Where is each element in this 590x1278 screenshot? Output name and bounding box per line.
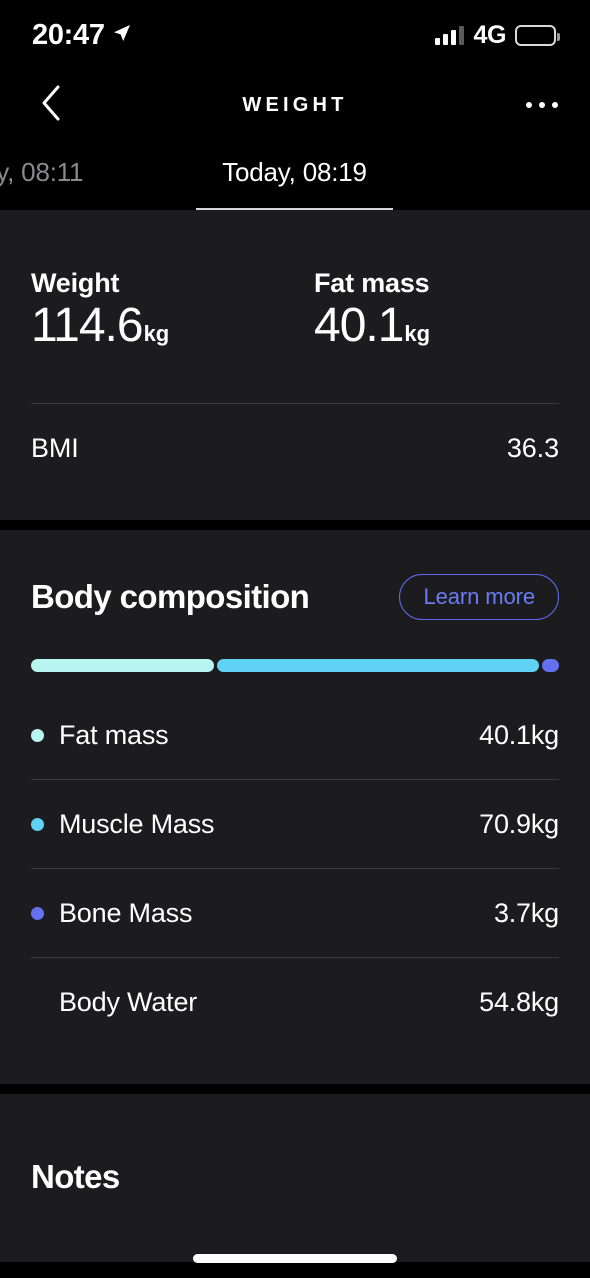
composition-row-value: 54.8kg [479,986,559,1017]
location-arrow-icon [112,23,132,48]
bmi-value: 36.3 [506,433,559,464]
metric-fat-mass-value-group: 40.1 kg [314,299,431,352]
composition-row-value: 3.7kg [493,897,559,928]
composition-row-left: Fat mass [31,719,169,751]
composition-row-left: Muscle Mass [31,808,215,840]
status-bar-left: 20:47 [32,19,132,52]
metric-weight-value-group: 114.6 kg [31,299,314,352]
bmi-row: BMI 36.3 [31,404,559,464]
status-bar-right: 4G [435,20,560,50]
learn-more-button[interactable]: Learn more [399,574,559,621]
navigation-bar: WEIGHT [0,70,590,140]
date-tabs: ay, 08:11 Today, 08:19 [0,140,590,210]
composition-bar-segment [542,659,559,673]
more-horizontal-icon-dot [526,102,532,108]
composition-color-dot-icon [31,817,44,831]
composition-row-label: Fat mass [59,719,169,750]
tab-current-measurement[interactable]: Today, 08:19 [196,157,393,188]
composition-row: Bone Mass 3.7kg [31,869,559,957]
composition-row-label: Muscle Mass [59,808,215,839]
more-horizontal-icon-dot [539,102,545,108]
app-screen: 20:47 4G WEIGHT ay, 08:11 [0,0,590,1278]
composition-bar-segment [31,659,214,673]
status-bar: 20:47 4G [0,0,590,70]
summary-card: Weight 114.6 kg Fat mass 40.1 kg BMI 36.… [0,210,590,521]
tab-previous-measurement[interactable]: ay, 08:11 [0,157,84,188]
metric-weight-label: Weight [31,268,120,298]
body-composition-header: Body composition Learn more [31,574,559,621]
composition-row-value: 70.9kg [479,808,559,839]
composition-row: Fat mass 40.1kg [31,691,559,779]
metric-weight: Weight 114.6 kg [31,268,314,351]
composition-color-dot-icon [31,728,44,742]
notes-card[interactable]: Notes [0,1094,590,1263]
composition-bar-segment [216,659,540,673]
more-horizontal-icon-dot [552,102,558,108]
card-gap [0,1084,590,1095]
composition-stacked-bar [31,659,559,673]
bmi-label: BMI [31,433,79,464]
metric-fat-mass-label: Fat mass [314,268,430,298]
notes-title: Notes [31,1158,120,1196]
status-time: 20:47 [32,18,105,51]
body-composition-card: Body composition Learn more Fat mass 40.1… [0,530,590,1085]
chevron-left-icon [38,83,64,128]
metric-fat-mass-value: 40.1 [314,299,404,352]
composition-row-label: Body Water [59,986,198,1017]
metric-fat-mass: Fat mass 40.1 kg [314,268,430,351]
composition-list: Fat mass 40.1kg Muscle Mass 70.9kg Bone Mass… [31,691,559,1046]
more-options-button[interactable] [520,82,564,128]
composition-row-value: 40.1kg [479,719,559,750]
battery-cap [557,32,560,41]
body-composition-title: Body composition [31,578,310,616]
network-type-label: 4G [473,20,506,49]
composition-color-dot-icon [31,906,44,920]
battery-icon [515,24,560,46]
composition-row-left: Bone Mass [31,898,192,929]
primary-metrics: Weight 114.6 kg Fat mass 40.1 kg [31,268,559,351]
home-indicator [193,1254,397,1263]
back-button[interactable] [28,82,74,128]
composition-row: Muscle Mass 70.9kg [31,780,559,868]
metric-weight-value: 114.6 [31,299,144,352]
metric-weight-unit: kg [143,321,170,346]
composition-row-left: Body Water [31,987,197,1018]
signal-bars-icon [435,25,465,45]
page-title: WEIGHT [242,93,348,116]
tab-active-indicator [196,208,393,210]
composition-row: Body Water 54.8kg [31,958,559,1046]
composition-row-label: Bone Mass [59,897,193,928]
card-gap [0,520,590,531]
metric-fat-mass-unit: kg [404,321,431,346]
